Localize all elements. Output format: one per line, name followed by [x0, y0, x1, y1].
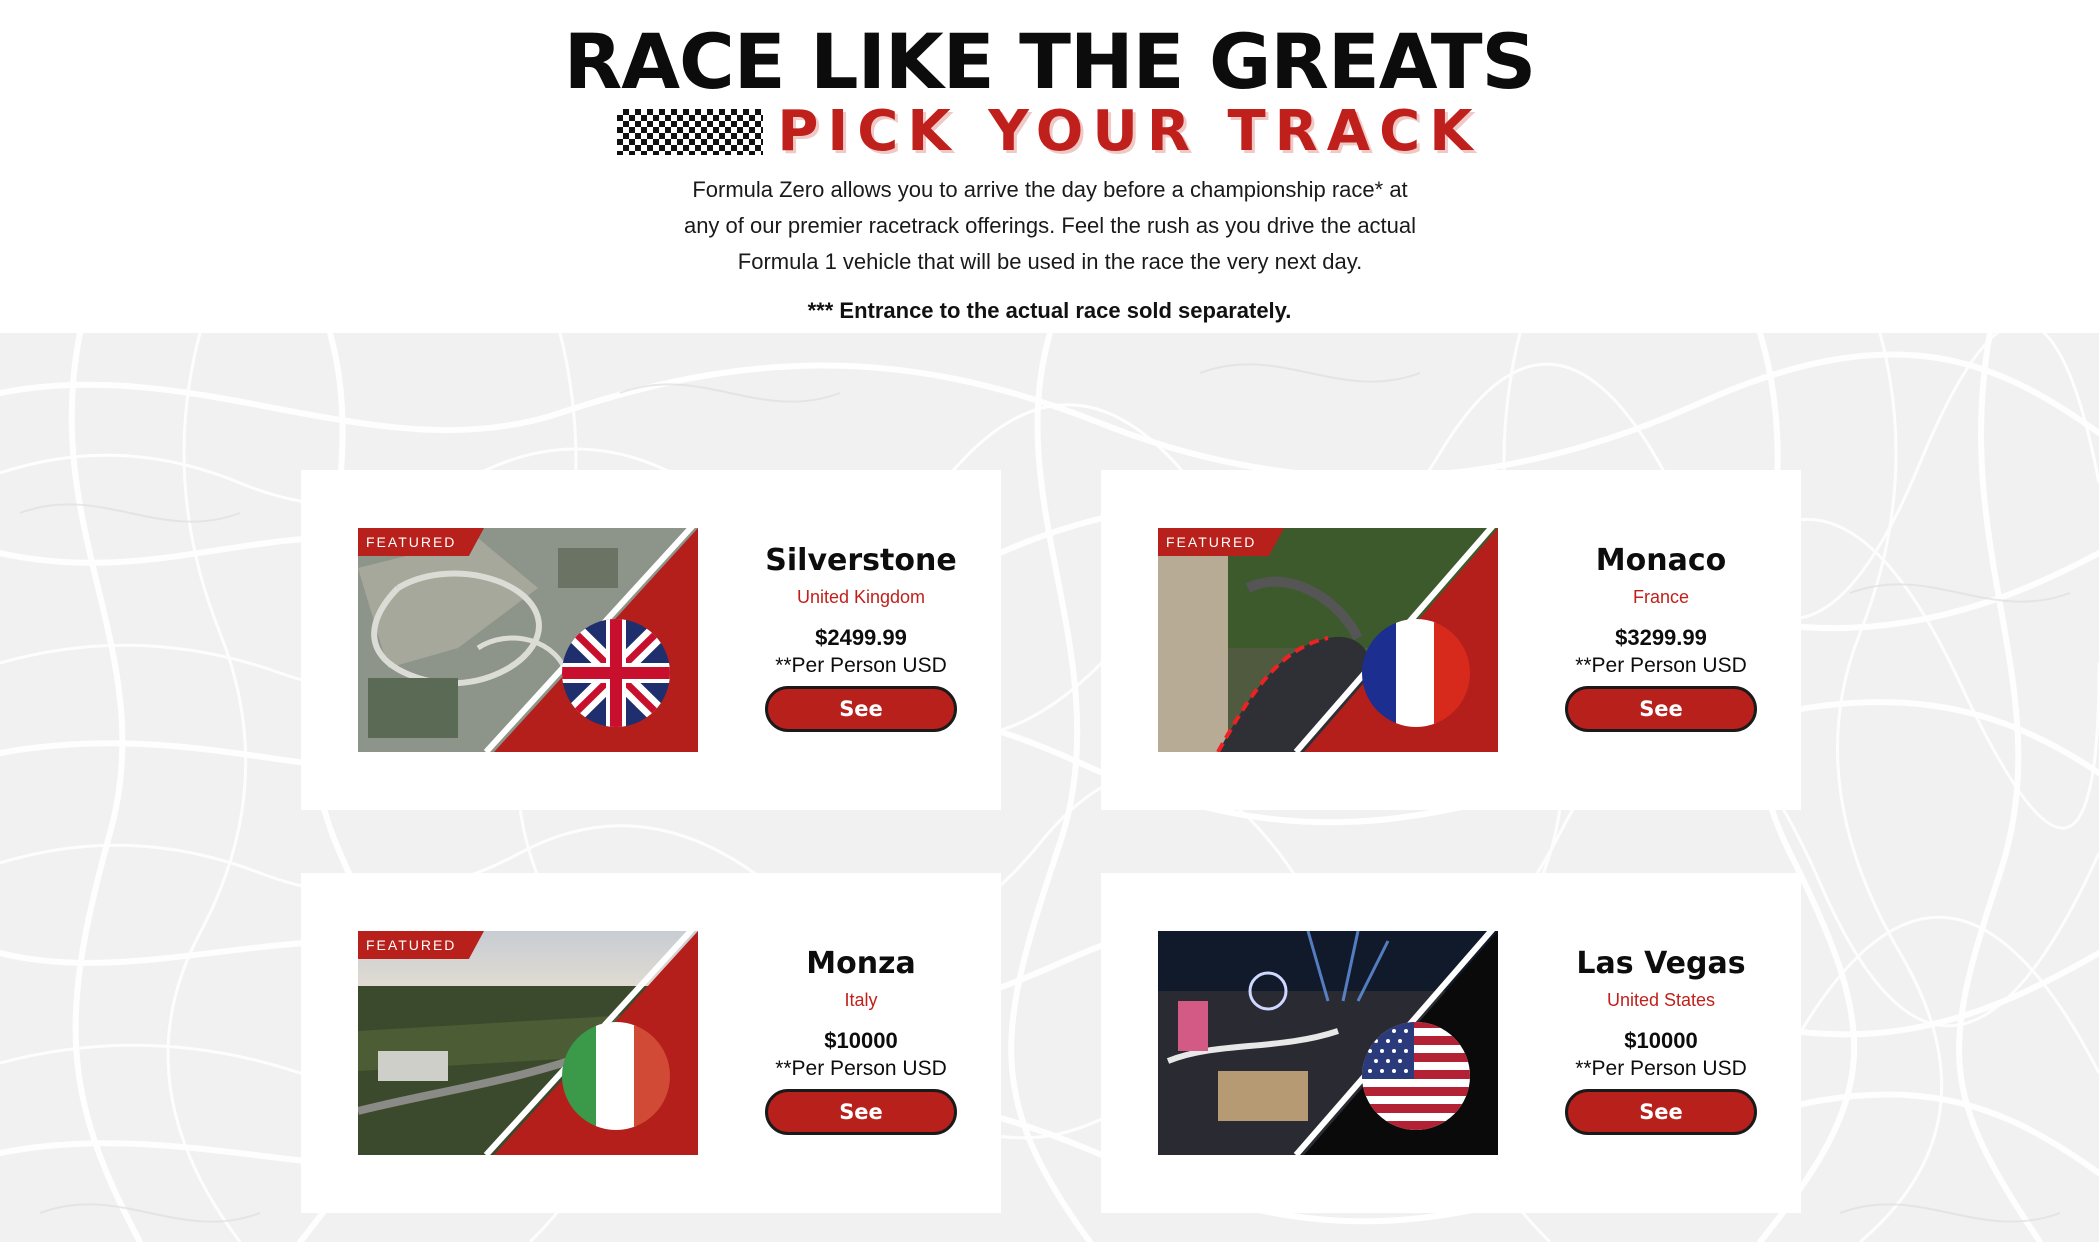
- track-price: $10000: [824, 1028, 898, 1053]
- see-experience-button[interactable]: See Experience!: [765, 1089, 957, 1164]
- track-country: United States: [1606, 990, 1716, 1010]
- silverstone-aerial-image: [358, 528, 698, 752]
- track-country: United Kingdom: [796, 587, 926, 607]
- monza-aerial-image: [358, 931, 698, 1155]
- las-vegas-night-image: [1158, 931, 1498, 1155]
- track-info: Monza Italy $10000 **Per Person USD See …: [756, 945, 966, 1164]
- track-info: Silverstone United Kingdom $2499.99 **Pe…: [756, 542, 966, 761]
- featured-badge: FEATURED: [358, 931, 484, 959]
- track-price: $10000: [1624, 1028, 1698, 1053]
- track-price: $2499.99: [815, 625, 907, 650]
- track-price: $3299.99: [1615, 625, 1707, 650]
- monaco-aerial-image: [1158, 528, 1498, 752]
- track-card-las-vegas: Las Vegas United States $10000 **Per Per…: [1101, 873, 1801, 1213]
- track-info: Las Vegas United States $10000 **Per Per…: [1556, 945, 1766, 1164]
- track-card-silverstone: FEATURED Silverstone United Kingdom $249…: [301, 470, 1001, 810]
- page-header: RACE LIKE THE GREATS PICK YOUR TRACK For…: [0, 0, 2099, 333]
- track-country: France: [1632, 587, 1690, 607]
- disclaimer-note: *** Entrance to the actual race sold sep…: [807, 298, 1292, 323]
- track-name: Monza: [806, 946, 916, 981]
- price-unit: **Per Person USD: [1575, 1057, 1747, 1080]
- page-subtitle: PICK YOUR TRACK: [777, 99, 1482, 164]
- see-experience-button[interactable]: See Experience!: [1565, 1089, 1757, 1164]
- track-image: FEATURED: [358, 931, 698, 1155]
- track-name: Las Vegas: [1576, 946, 1746, 981]
- price-unit: **Per Person USD: [775, 654, 947, 677]
- page-title: RACE LIKE THE GREATS: [563, 17, 1537, 106]
- track-card-monaco: FEATURED Monaco France $3299.99 **Per Pe…: [1101, 470, 1801, 810]
- track-image: FEATURED: [358, 528, 698, 752]
- track-image: FEATURED: [1158, 528, 1498, 752]
- track-country: Italy: [844, 990, 878, 1010]
- track-name: Silverstone: [765, 543, 957, 578]
- track-name: Monaco: [1595, 543, 1727, 578]
- intro-text: Formula Zero allows you to arrive the da…: [683, 177, 1417, 274]
- see-experience-button[interactable]: See Experience!: [1565, 686, 1757, 761]
- featured-badge: FEATURED: [1158, 528, 1284, 556]
- track-card-monza: FEATURED Monza Italy $10000 **Per Person…: [301, 873, 1001, 1213]
- featured-badge: FEATURED: [358, 528, 484, 556]
- checkered-flag-icon: [617, 109, 764, 155]
- price-unit: **Per Person USD: [775, 1057, 947, 1080]
- track-image: [1158, 931, 1498, 1155]
- subtitle-row: PICK YOUR TRACK: [0, 102, 2099, 162]
- track-info: Monaco France $3299.99 **Per Person USD …: [1556, 542, 1766, 761]
- price-unit: **Per Person USD: [1575, 654, 1747, 677]
- map-background: FEATURED Silverstone United Kingdom $249…: [0, 333, 2099, 1242]
- see-experience-button[interactable]: See Experience!: [765, 686, 957, 761]
